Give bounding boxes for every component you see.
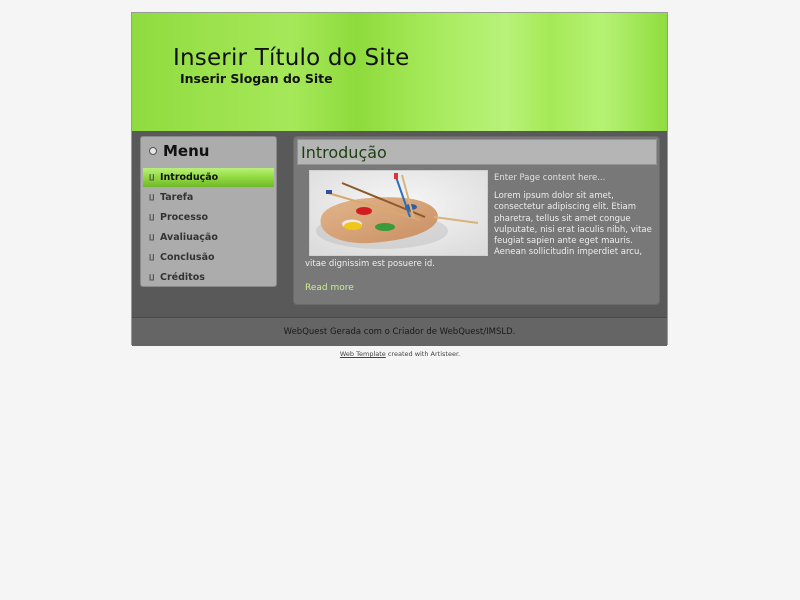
menu-arrow-icon: ∐ [149,273,155,281]
menu-box: Menu ∐ Introdução ∐ Tarefa ∐ Processo ∐ … [140,136,277,287]
menu-arrow-icon: ∐ [149,173,155,181]
content-title: Introdução [301,143,387,162]
web-template-link[interactable]: Web Template [340,350,386,358]
main-area: Menu ∐ Introdução ∐ Tarefa ∐ Processo ∐ … [132,131,667,317]
content-box: Introdução Enter Page content here... Lo… [293,136,660,305]
menu-arrow-icon: ∐ [149,213,155,221]
menu-item-label: Conclusão [160,252,215,263]
footer-text: WebQuest Gerada com o Criador de WebQues… [283,327,516,337]
template-credit: Web Template created with Artisteer. [0,350,800,358]
menu-item-label: Processo [160,212,209,223]
content-intro: Enter Page content here... [494,173,606,183]
menu-header: Menu [141,137,276,164]
page-container: Inserir Título do Site Inserir Slogan do… [131,12,668,346]
menu-item-processo[interactable]: ∐ Processo [143,208,274,227]
menu-item-avaliuacao[interactable]: ∐ Avaliuação [143,228,274,247]
menu-arrow-icon: ∐ [149,193,155,201]
menu-arrow-icon: ∐ [149,233,155,241]
menu-item-creditos[interactable]: ∐ Créditos [143,268,274,287]
menu-item-introducao[interactable]: ∐ Introdução [143,168,274,187]
credit-suffix: created with Artisteer. [385,350,461,358]
menu-item-label: Introdução [160,172,219,183]
content-body: Lorem ipsum dolor sit amet, consectetur … [305,191,655,270]
menu-item-label: Tarefa [160,192,194,203]
site-header: Inserir Título do Site Inserir Slogan do… [132,13,667,132]
menu-title: Menu [163,142,210,160]
menu-item-tarefa[interactable]: ∐ Tarefa [143,188,274,207]
site-slogan: Inserir Slogan do Site [180,71,333,86]
menu-bullet-icon [149,147,157,155]
site-footer: WebQuest Gerada com o Criador de WebQues… [132,317,667,346]
menu-item-conclusao[interactable]: ∐ Conclusão [143,248,274,267]
menu-item-label: Avaliuação [160,232,218,243]
read-more-link[interactable]: Read more [305,283,354,293]
content-title-bar: Introdução [297,139,657,165]
menu-arrow-icon: ∐ [149,253,155,261]
menu-item-label: Créditos [160,272,205,283]
site-title: Inserir Título do Site [173,45,410,71]
